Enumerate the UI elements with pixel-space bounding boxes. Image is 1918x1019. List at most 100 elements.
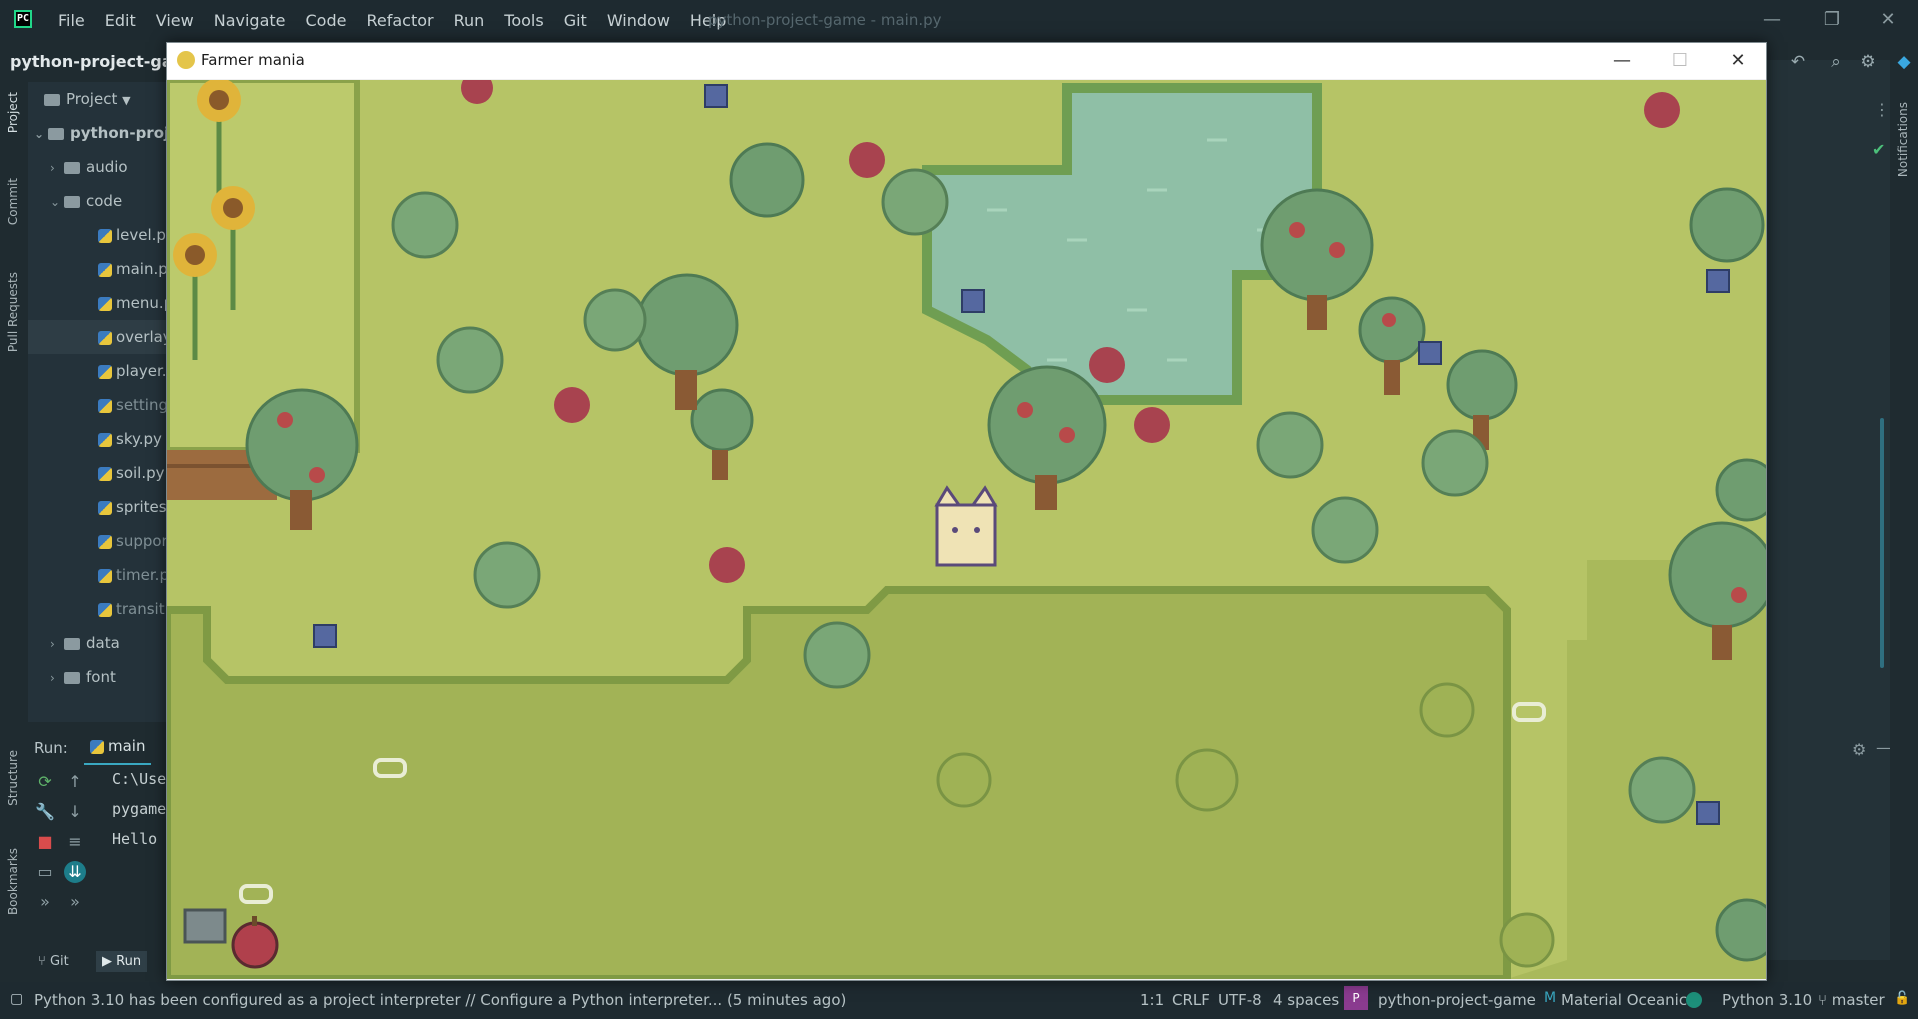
game-minimize-button[interactable]: — — [1607, 47, 1637, 75]
menu-navigate[interactable]: Navigate — [204, 11, 296, 30]
python-file-icon — [98, 262, 112, 277]
game-canvas[interactable] — [167, 80, 1766, 979]
stop-icon[interactable]: ■ — [34, 831, 56, 853]
git-tool-tab[interactable]: ⑂ Git — [38, 954, 69, 969]
status-bar: ▢ Python 3.10 has been configured as a p… — [0, 982, 1918, 1019]
close-button[interactable]: ✕ — [1876, 8, 1900, 32]
scroll-up-icon[interactable]: ↑ — [64, 771, 86, 793]
indent-setting[interactable]: 4 spaces — [1273, 991, 1339, 1009]
kebab-menu-icon[interactable]: ⋮ — [1874, 100, 1890, 119]
chevron-down-icon[interactable]: ▼ — [122, 94, 130, 107]
lock-icon[interactable]: 🔓 — [1894, 991, 1910, 1006]
status-project[interactable]: python-project-game — [1378, 991, 1536, 1009]
menu-edit[interactable]: Edit — [95, 11, 146, 30]
scroll-down-icon[interactable]: ↓ — [64, 801, 86, 823]
chevron-right-icon: › — [50, 671, 55, 685]
menu-refactor[interactable]: Refactor — [356, 11, 443, 30]
python-file-icon — [98, 296, 112, 311]
bookmarks-tool-tab[interactable]: Bookmarks — [6, 848, 20, 915]
pycharm-logo-icon[interactable]: PC — [14, 10, 32, 28]
python-file-icon — [98, 568, 112, 583]
branch-icon: ⑂ — [1818, 991, 1832, 1009]
file-encoding[interactable]: UTF-8 — [1218, 991, 1262, 1009]
notifications-tool-tab[interactable]: Notifications — [1896, 102, 1910, 177]
jetbrains-icon[interactable]: ◆ — [1892, 50, 1916, 74]
chevron-right-icon: › — [50, 161, 55, 175]
python-file-icon — [98, 228, 112, 243]
branch-icon: ⑂ — [38, 954, 50, 969]
python-file-icon — [90, 739, 104, 754]
undo-icon[interactable]: ↶ — [1786, 50, 1810, 74]
more-icon[interactable]: » — [34, 891, 56, 913]
interpreter-status-icon — [1686, 992, 1702, 1008]
game-scene — [167, 80, 1766, 979]
project-panel-header[interactable]: Project ▼ — [28, 82, 166, 116]
restore-button[interactable]: ❐ — [1820, 8, 1844, 32]
folder-icon — [64, 671, 80, 684]
check-icon: ✔ — [1872, 140, 1886, 159]
menu-code[interactable]: Code — [296, 11, 357, 30]
run-tab-main[interactable]: main — [84, 737, 152, 765]
game-window-title: Farmer mania — [201, 51, 305, 69]
tree-item-file[interactable]: sprites. — [28, 490, 166, 524]
folder-icon — [48, 127, 64, 140]
python-file-icon — [98, 602, 112, 617]
wrench-icon[interactable]: 🔧 — [34, 801, 56, 823]
console-line: pygame — [112, 800, 167, 818]
menu-window[interactable]: Window — [597, 11, 680, 30]
tree-item-file[interactable]: level.py — [28, 218, 166, 252]
line-separator[interactable]: CRLF — [1172, 991, 1210, 1009]
tree-item-file-selected[interactable]: overlay — [28, 320, 166, 354]
caret-position[interactable]: 1:1 — [1140, 991, 1164, 1009]
game-maximize-button[interactable]: ☐ — [1665, 47, 1695, 75]
commit-tool-tab[interactable]: Commit — [6, 178, 20, 225]
search-icon[interactable]: ⌕ — [1824, 50, 1848, 74]
console-line: Hello — [112, 830, 158, 848]
gear-icon[interactable]: ⚙ — [1856, 50, 1880, 74]
console-line: C:\Use — [112, 770, 167, 788]
panel-toggle-icon[interactable]: ▢ — [10, 991, 23, 1007]
tree-item-file[interactable]: main.py — [28, 252, 166, 286]
soft-wrap-icon[interactable]: ≡ — [64, 831, 86, 853]
menu-bar: File Edit View Navigate Code Refactor Ru… — [48, 0, 736, 40]
editor-right-area: ⋮ ✔ ⚙ — — [1766, 60, 1892, 960]
tree-item-file[interactable]: sky.py — [28, 422, 166, 456]
python-file-icon — [98, 500, 112, 515]
menu-run[interactable]: Run — [444, 11, 495, 30]
tree-item-file[interactable]: timer.py — [28, 558, 166, 592]
minimize-button[interactable]: — — [1760, 8, 1784, 32]
status-message[interactable]: Python 3.10 has been configured as a pro… — [34, 991, 846, 1009]
gear-icon[interactable]: ⚙ — [1852, 740, 1866, 759]
left-tool-strip: Project Commit Pull Requests Structure B… — [0, 82, 28, 962]
menu-view[interactable]: View — [146, 11, 204, 30]
structure-tool-tab[interactable]: Structure — [6, 750, 20, 806]
menu-file[interactable]: File — [48, 11, 95, 30]
run-tool-tab[interactable]: ▶ Run — [96, 951, 148, 972]
game-titlebar[interactable]: Farmer mania — ☐ ✕ — [167, 43, 1766, 79]
tree-item-data[interactable]: › data — [28, 626, 166, 660]
editor-scrollbar[interactable] — [1880, 418, 1884, 668]
rerun-icon[interactable]: ⟳ — [34, 771, 56, 793]
menu-git[interactable]: Git — [554, 11, 597, 30]
more-icon[interactable]: » — [64, 891, 86, 913]
tree-item-file[interactable]: settings — [28, 388, 166, 422]
game-close-button[interactable]: ✕ — [1723, 47, 1753, 75]
theme-name[interactable]: Material Oceanic — [1561, 991, 1687, 1009]
tree-item-file[interactable]: transiti — [28, 592, 166, 626]
tree-item-file[interactable]: player.py — [28, 354, 166, 388]
python-interpreter[interactable]: Python 3.10 — [1722, 991, 1812, 1009]
git-branch[interactable]: ⑂ master — [1818, 991, 1885, 1009]
pull-requests-tool-tab[interactable]: Pull Requests — [6, 272, 20, 352]
tree-item-code[interactable]: ⌄ code — [28, 184, 166, 218]
tree-item-file[interactable]: menu.py — [28, 286, 166, 320]
menu-tools[interactable]: Tools — [494, 11, 553, 30]
tree-item-font[interactable]: › font — [28, 660, 166, 694]
project-tool-tab[interactable]: Project — [6, 92, 20, 133]
tree-item-file[interactable]: soil.py — [28, 456, 166, 490]
layout-icon[interactable]: ▭ — [34, 861, 56, 883]
tree-item-root[interactable]: ⌄python-proje — [28, 116, 166, 150]
tree-item-file[interactable]: support — [28, 524, 166, 558]
scroll-to-end-icon[interactable]: ⇊ — [64, 861, 86, 883]
tree-item-audio[interactable]: › audio — [28, 150, 166, 184]
game-window[interactable]: Farmer mania — ☐ ✕ — [166, 42, 1767, 981]
